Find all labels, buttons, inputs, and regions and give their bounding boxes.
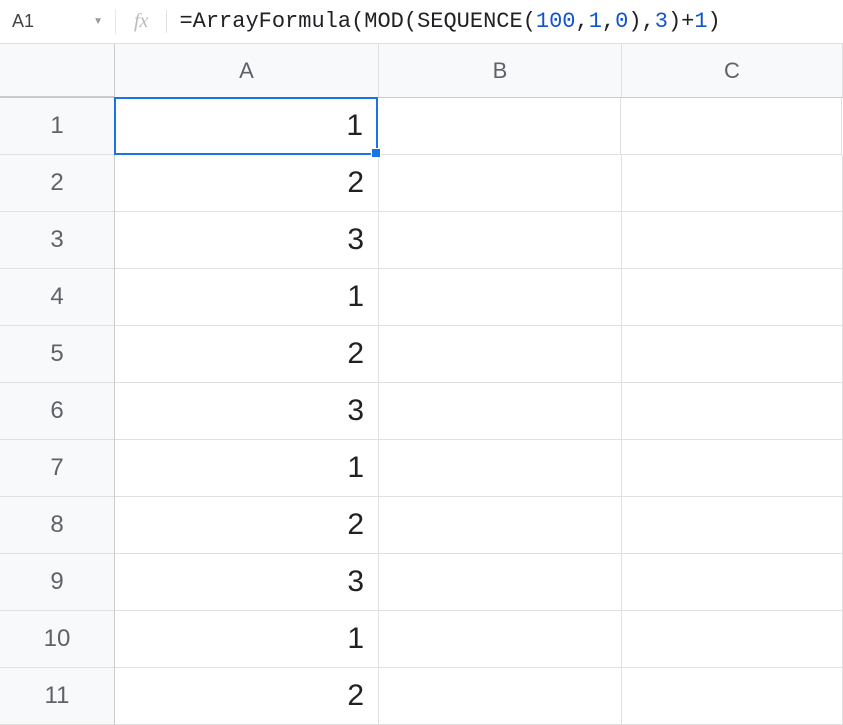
cell-C6[interactable] [622, 383, 843, 440]
fx-icon: fx [115, 9, 166, 35]
cells-area: 1 2 3 1 2 [115, 98, 843, 725]
cell-C9[interactable] [622, 554, 843, 611]
cell-B6[interactable] [379, 383, 622, 440]
column-header-C[interactable]: C [622, 44, 843, 97]
cell-C8[interactable] [622, 497, 843, 554]
cell-A6[interactable]: 3 [115, 383, 379, 440]
row-header-9[interactable]: 9 [0, 554, 114, 611]
cell-C5[interactable] [622, 326, 843, 383]
cell-B9[interactable] [379, 554, 622, 611]
table-row: 2 [115, 155, 843, 212]
row-header-1[interactable]: 1 [0, 98, 114, 155]
cell-A8[interactable]: 2 [115, 497, 379, 554]
cell-B3[interactable] [379, 212, 622, 269]
cell-B5[interactable] [379, 326, 622, 383]
cell-C4[interactable] [622, 269, 843, 326]
table-row: 1 [115, 269, 843, 326]
row-header-8[interactable]: 8 [0, 497, 114, 554]
cell-C1[interactable] [621, 98, 842, 155]
formula-input[interactable]: =ArrayFormula(MOD(SEQUENCE(100,1,0),3)+1… [179, 9, 843, 34]
table-row: 3 [115, 554, 843, 611]
spreadsheet-grid: A B C 1 2 3 4 5 6 7 8 9 10 11 1 2 [0, 44, 843, 725]
cell-C7[interactable] [622, 440, 843, 497]
row-header-7[interactable]: 7 [0, 440, 114, 497]
table-row: 1 [115, 611, 843, 668]
cell-B4[interactable] [379, 269, 622, 326]
chevron-down-icon[interactable]: ▼ [93, 16, 103, 27]
row-header-3[interactable]: 3 [0, 212, 114, 269]
table-row: 1 [115, 98, 843, 155]
cell-C11[interactable] [622, 668, 843, 725]
row-header-6[interactable]: 6 [0, 383, 114, 440]
cell-B11[interactable] [379, 668, 622, 725]
name-box-value: A1 [12, 11, 34, 32]
cell-C3[interactable] [622, 212, 843, 269]
row-headers: 1 2 3 4 5 6 7 8 9 10 11 [0, 98, 115, 725]
cell-B2[interactable] [379, 155, 622, 212]
row-header-2[interactable]: 2 [0, 155, 114, 212]
divider [166, 10, 167, 34]
table-row: 2 [115, 668, 843, 725]
row-header-5[interactable]: 5 [0, 326, 114, 383]
cell-B10[interactable] [379, 611, 622, 668]
column-headers: A B C [0, 44, 843, 98]
column-header-A[interactable]: A [115, 44, 379, 97]
row-header-4[interactable]: 4 [0, 269, 114, 326]
cell-C2[interactable] [622, 155, 843, 212]
cell-B7[interactable] [379, 440, 622, 497]
cell-A10[interactable]: 1 [115, 611, 379, 668]
cell-A1[interactable]: 1 [114, 97, 378, 155]
row-header-10[interactable]: 10 [0, 611, 114, 668]
table-row: 3 [115, 383, 843, 440]
table-row: 1 [115, 440, 843, 497]
column-header-B[interactable]: B [379, 44, 622, 97]
cell-A9[interactable]: 3 [115, 554, 379, 611]
cell-B8[interactable] [379, 497, 622, 554]
cell-C10[interactable] [622, 611, 843, 668]
table-row: 2 [115, 326, 843, 383]
row-header-11[interactable]: 11 [0, 668, 114, 725]
formula-bar: A1 ▼ fx =ArrayFormula(MOD(SEQUENCE(100,1… [0, 0, 843, 44]
select-all-corner[interactable] [0, 44, 115, 97]
table-row: 3 [115, 212, 843, 269]
cell-A3[interactable]: 3 [115, 212, 379, 269]
name-box[interactable]: A1 ▼ [0, 0, 115, 43]
table-row: 2 [115, 497, 843, 554]
cell-B1[interactable] [378, 98, 621, 155]
cell-A7[interactable]: 1 [115, 440, 379, 497]
cell-A5[interactable]: 2 [115, 326, 379, 383]
cell-A2[interactable]: 2 [115, 155, 379, 212]
cell-A4[interactable]: 1 [115, 269, 379, 326]
cell-A11[interactable]: 2 [115, 668, 379, 725]
